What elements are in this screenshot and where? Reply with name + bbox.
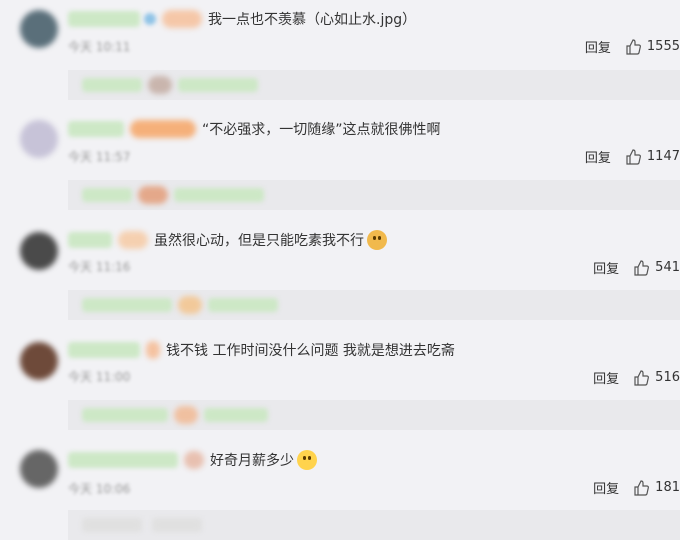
username-blurred[interactable] <box>68 342 140 358</box>
thumbs-up-icon <box>626 38 641 55</box>
reply-content-blurred <box>82 188 132 202</box>
username-blurred[interactable] <box>68 452 178 468</box>
reply-button[interactable]: 回复 <box>585 147 611 166</box>
laugh-cry-emoji-icon <box>297 450 317 470</box>
reply-preview[interactable] <box>68 70 680 100</box>
avatar[interactable] <box>20 120 58 158</box>
verified-badge-icon <box>144 13 156 25</box>
avatar[interactable] <box>20 10 58 48</box>
like-button[interactable]: 1555 <box>625 38 680 55</box>
like-button[interactable]: 516 <box>633 369 680 386</box>
reply-preview[interactable] <box>68 510 680 540</box>
thumbs-up-icon <box>634 479 650 496</box>
comment-header: “不必强求，一切随缘”这点就很佛性啊 <box>68 119 441 139</box>
reply-content-blurred <box>152 518 202 532</box>
like-count: 1147 <box>646 149 680 164</box>
reply-content-blurred <box>204 408 268 422</box>
comment-time: 今天 11:00 <box>68 370 131 384</box>
like-button[interactable]: 1147 <box>625 148 680 165</box>
blurred-emoji-icon <box>184 451 204 469</box>
blurred-emoji-icon <box>146 341 160 359</box>
reply-content-blurred <box>82 408 168 422</box>
blurred-emoji-icon <box>118 231 148 249</box>
blurred-emoji-icon <box>178 296 202 314</box>
reply-content-blurred <box>82 518 142 532</box>
reply-content-blurred <box>208 298 278 312</box>
comment-actions: 回复 1147 <box>585 147 680 166</box>
avatar[interactable] <box>20 232 58 270</box>
avatar[interactable] <box>20 450 58 488</box>
blurred-emoji-icon <box>138 186 168 204</box>
thumbs-up-icon <box>626 148 641 165</box>
comment-header: 好奇月薪多少 <box>68 450 317 470</box>
like-count: 1555 <box>646 39 680 54</box>
reply-content-blurred <box>82 78 142 92</box>
comment-text: 虽然很心动，但是只能吃素我不行 <box>154 230 387 250</box>
comment-header: 虽然很心动，但是只能吃素我不行 <box>68 230 387 250</box>
like-count: 181 <box>655 480 680 495</box>
like-button[interactable]: 181 <box>633 479 680 496</box>
comment-actions: 回复 516 <box>593 368 680 387</box>
username-blurred[interactable] <box>68 232 112 248</box>
comment-actions: 回复 1555 <box>585 37 680 56</box>
like-count: 541 <box>655 260 680 275</box>
reply-button[interactable]: 回复 <box>593 478 619 497</box>
reply-button[interactable]: 回复 <box>593 368 619 387</box>
reply-button[interactable]: 回复 <box>593 258 619 277</box>
comment-text: “不必强求，一切随缘”这点就很佛性啊 <box>202 122 441 138</box>
username-blurred[interactable] <box>68 11 140 27</box>
blurred-emoji-icon <box>130 120 196 138</box>
blurred-emoji-icon <box>174 406 198 424</box>
comment-text: 我一点也不羡慕（心如止水.jpg） <box>208 12 417 28</box>
comment-header: 我一点也不羡慕（心如止水.jpg） <box>68 9 416 29</box>
comment-body: 虽然很心动，但是只能吃素我不行 <box>154 233 364 249</box>
like-button[interactable]: 541 <box>633 259 680 276</box>
comment-actions: 回复 541 <box>593 258 680 277</box>
reply-preview[interactable] <box>68 400 680 430</box>
comment-header: 钱不钱 工作时间没什么问题 我就是想进去吃斋 <box>68 340 455 360</box>
avatar[interactable] <box>20 342 58 380</box>
reply-content-blurred <box>178 78 258 92</box>
thumbs-up-icon <box>634 369 650 386</box>
reply-content-blurred <box>174 188 264 202</box>
blurred-emoji-icon <box>148 76 172 94</box>
comment-body: 好奇月薪多少 <box>210 453 294 469</box>
username-blurred[interactable] <box>68 121 124 137</box>
comment-text: 好奇月薪多少 <box>210 450 317 470</box>
comment-actions: 回复 181 <box>593 478 680 497</box>
comment-text: 钱不钱 工作时间没什么问题 我就是想进去吃斋 <box>166 343 455 359</box>
reply-content-blurred <box>82 298 172 312</box>
dog-face-emoji-icon <box>367 230 387 250</box>
blurred-emoji-icon <box>162 10 202 28</box>
comment-time: 今天 11:16 <box>68 260 131 274</box>
comment-time: 今天 10:11 <box>68 40 131 54</box>
comment-time: 今天 11:57 <box>68 150 131 164</box>
reply-preview[interactable] <box>68 290 680 320</box>
comment-time: 今天 10:06 <box>68 482 131 496</box>
like-count: 516 <box>655 370 680 385</box>
reply-preview[interactable] <box>68 180 680 210</box>
thumbs-up-icon <box>634 259 650 276</box>
reply-button[interactable]: 回复 <box>585 37 611 56</box>
